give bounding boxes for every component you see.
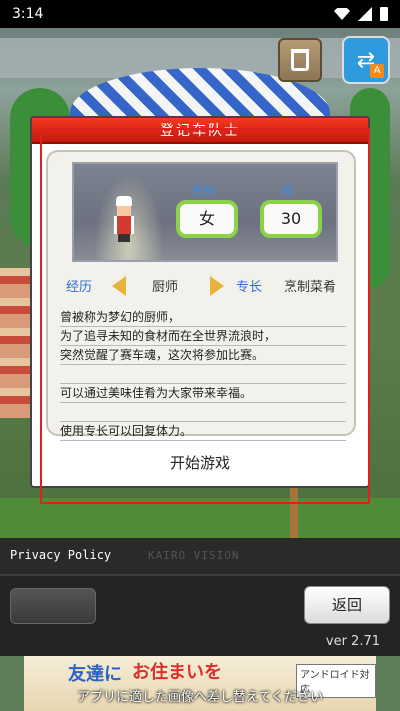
account-badge-icon: A [370, 64, 384, 78]
ad-text-red: お住まいを [132, 662, 222, 683]
account-switch-button[interactable]: ⇄ A [342, 36, 390, 84]
signal-icon [358, 7, 372, 21]
grass [0, 498, 400, 538]
divider [0, 574, 400, 576]
footer-bar: Privacy Policy KAIRO VISION [0, 538, 400, 574]
privacy-policy-link[interactable]: Privacy Policy [10, 548, 111, 562]
ad-text-blue: 友達に [68, 664, 122, 685]
wifi-icon [334, 8, 350, 20]
trash-icon [291, 49, 309, 71]
trash-button[interactable] [278, 38, 322, 82]
status-time: 3:14 [12, 6, 44, 22]
control-area: 返回 ver 2.71 [0, 574, 400, 656]
ad-overlay-text: アプリに適した画像へ差し替えてください [77, 690, 323, 705]
blank-button[interactable] [10, 588, 96, 624]
battery-icon [380, 7, 388, 21]
ad-banner[interactable]: 友達に お住まいを アンドロイド対応 アプリに適した画像へ差し替えてください [24, 656, 376, 711]
back-button[interactable]: 返回 [304, 586, 390, 624]
selection-outline [40, 128, 370, 504]
version-label: ver 2.71 [325, 634, 380, 649]
status-bar: 3:14 [0, 0, 400, 28]
status-icons [334, 7, 388, 21]
brand-logo: KAIRO VISION [148, 549, 240, 562]
